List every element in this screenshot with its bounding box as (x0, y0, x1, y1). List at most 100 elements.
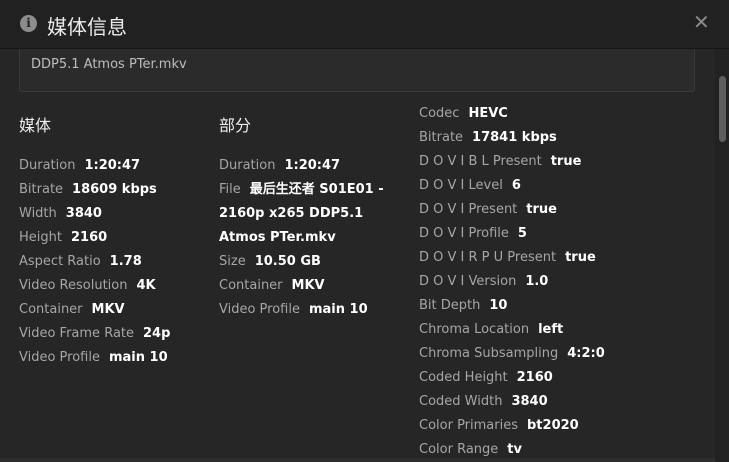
info-label: Duration (19, 158, 76, 173)
info-value: 18609 kbps (72, 182, 157, 197)
info-row: Height 2160 (19, 226, 170, 250)
info-value: 2160 (70, 230, 108, 245)
info-value: MKV (291, 278, 325, 293)
info-row: Coded Height 2160 (419, 366, 605, 390)
info-value: 3840 (65, 206, 102, 221)
info-value: 24p (143, 326, 171, 341)
info-row: D O V I Present true (419, 198, 605, 222)
scrollbar-thumb[interactable] (719, 76, 726, 142)
info-row: Coded Width 3840 (419, 390, 605, 414)
close-icon[interactable]: ✕ (693, 10, 710, 34)
info-value: true (526, 202, 557, 217)
info-row: Video Profile main 10 (19, 346, 170, 370)
info-row: Codec HEVC (419, 102, 605, 126)
info-row: Video Frame Rate 24p (19, 322, 170, 346)
info-row: Duration 1:20:47 (19, 154, 170, 178)
info-value: tv (507, 442, 522, 457)
dialog-header: i 媒体信息 ✕ (0, 0, 729, 49)
dialog-title: 媒体信息 (47, 15, 127, 39)
info-label: D O V I Version (419, 274, 517, 289)
info-row: Video Profile main 10 (219, 298, 409, 322)
info-row: Container MKV (219, 274, 409, 298)
info-label: Size (219, 254, 246, 269)
info-label: Color Primaries (419, 418, 518, 433)
info-row: Chroma Subsampling 4:2:0 (419, 342, 605, 366)
file-path-text: DDP5.1 Atmos PTer.mkv (31, 57, 187, 72)
info-label: Bitrate (19, 182, 64, 197)
info-value: 最后生还者 S01E01 - 2160p x265 DDP5.1 Atmos P… (219, 182, 384, 245)
info-row: D O V I Version 1.0 (419, 270, 605, 294)
info-label: Video Profile (219, 302, 300, 317)
info-row: D O V I R P U Present true (419, 246, 605, 270)
info-row: Chroma Location left (419, 318, 605, 342)
info-row: Container MKV (19, 298, 170, 322)
info-value: 10.50 GB (254, 254, 321, 269)
info-label: Bitrate (419, 130, 464, 145)
info-label: Chroma Subsampling (419, 346, 559, 361)
info-label: D O V I B L Present (419, 154, 542, 169)
info-value: 1:20:47 (84, 158, 141, 173)
info-value: true (565, 250, 596, 265)
info-label: Chroma Location (419, 322, 530, 337)
info-row: D O V I B L Present true (419, 150, 605, 174)
info-label: D O V I R P U Present (419, 250, 557, 265)
info-icon: i (20, 15, 37, 32)
info-value: 1.78 (109, 254, 142, 269)
info-value: 5 (517, 226, 527, 241)
part-heading: 部分 (219, 116, 252, 135)
info-label: D O V I Present (419, 202, 518, 217)
info-label: Container (219, 278, 283, 293)
info-value: 4K (136, 278, 156, 293)
stream-column: Codec HEVC Bitrate 17841 kbps D O V I B L Pr… (419, 102, 605, 462)
info-label: D O V I Level (419, 178, 503, 193)
video-column: 媒体 Duration 1:20:47 Bitrate 18609 kbps Width… (19, 116, 170, 370)
media-info-content: DDP5.1 Atmos PTer.mkv 媒体 Duration 1:20:47… (0, 49, 715, 462)
info-row: Size 10.50 GB (219, 250, 409, 274)
info-label: Coded Height (419, 370, 508, 385)
info-row: Video Resolution 4K (19, 274, 170, 298)
info-label: D O V I Profile (419, 226, 509, 241)
info-label: File (219, 182, 241, 197)
info-row: File 最后生还者 S01E01 - 2160p x265 DDP5.1 Atm… (219, 178, 399, 250)
info-value: 17841 kbps (472, 130, 557, 145)
info-value: bt2020 (527, 418, 579, 433)
info-value: 4:2:0 (567, 346, 605, 361)
info-row: Bitrate 18609 kbps (19, 178, 170, 202)
info-value: 6 (511, 178, 521, 193)
info-label: Bit Depth (419, 298, 481, 313)
info-value: true (550, 154, 582, 169)
info-label: Video Resolution (19, 278, 128, 293)
info-value: 2160 (516, 370, 553, 385)
info-value: 3840 (511, 394, 548, 409)
info-value: left (538, 322, 564, 337)
info-row: D O V I Profile 5 (419, 222, 605, 246)
info-value: HEVC (468, 106, 508, 121)
info-row: Duration 1:20:47 (219, 154, 409, 178)
bottom-divider (0, 458, 715, 462)
info-value: 1.0 (525, 274, 549, 289)
video-heading: 媒体 (19, 116, 52, 135)
info-row: Aspect Ratio 1.78 (19, 250, 170, 274)
info-value: main 10 (308, 302, 368, 317)
info-value: MKV (91, 302, 125, 317)
info-label: Duration (219, 158, 276, 173)
info-label: Coded Width (419, 394, 503, 409)
info-label: Codec (419, 106, 460, 121)
info-row: Bit Depth 10 (419, 294, 605, 318)
info-row: Bitrate 17841 kbps (419, 126, 605, 150)
info-label: Aspect Ratio (19, 254, 101, 269)
info-value: main 10 (108, 350, 168, 365)
file-path-box: DDP5.1 Atmos PTer.mkv (19, 49, 695, 92)
info-label: Width (19, 206, 57, 221)
info-value: 10 (489, 298, 508, 313)
info-row: D O V I Level 6 (419, 174, 605, 198)
info-label: Container (19, 302, 83, 317)
info-label: Color Range (419, 442, 499, 457)
info-label: Video Frame Rate (19, 326, 135, 341)
info-row: Color Primaries bt2020 (419, 414, 605, 438)
info-label: Height (19, 230, 62, 245)
part-column: 部分 Duration 1:20:47 File 最后生还者 S01E01 - 216… (219, 116, 409, 322)
info-row: Width 3840 (19, 202, 170, 226)
info-label: Video Profile (19, 350, 100, 365)
info-value: 1:20:47 (284, 158, 341, 173)
